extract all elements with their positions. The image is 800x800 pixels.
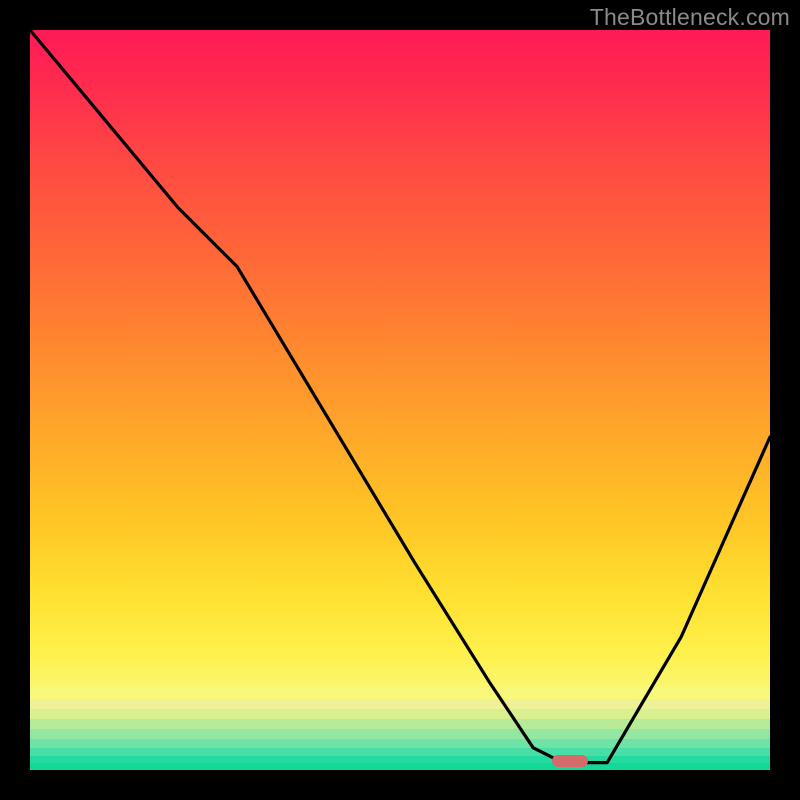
chart-frame: TheBottleneck.com [0,0,800,800]
optimal-marker [552,755,588,767]
plot-area [30,30,770,770]
watermark-text: TheBottleneck.com [590,4,790,31]
curve-svg [30,30,770,770]
bottleneck-curve-path [30,30,770,763]
